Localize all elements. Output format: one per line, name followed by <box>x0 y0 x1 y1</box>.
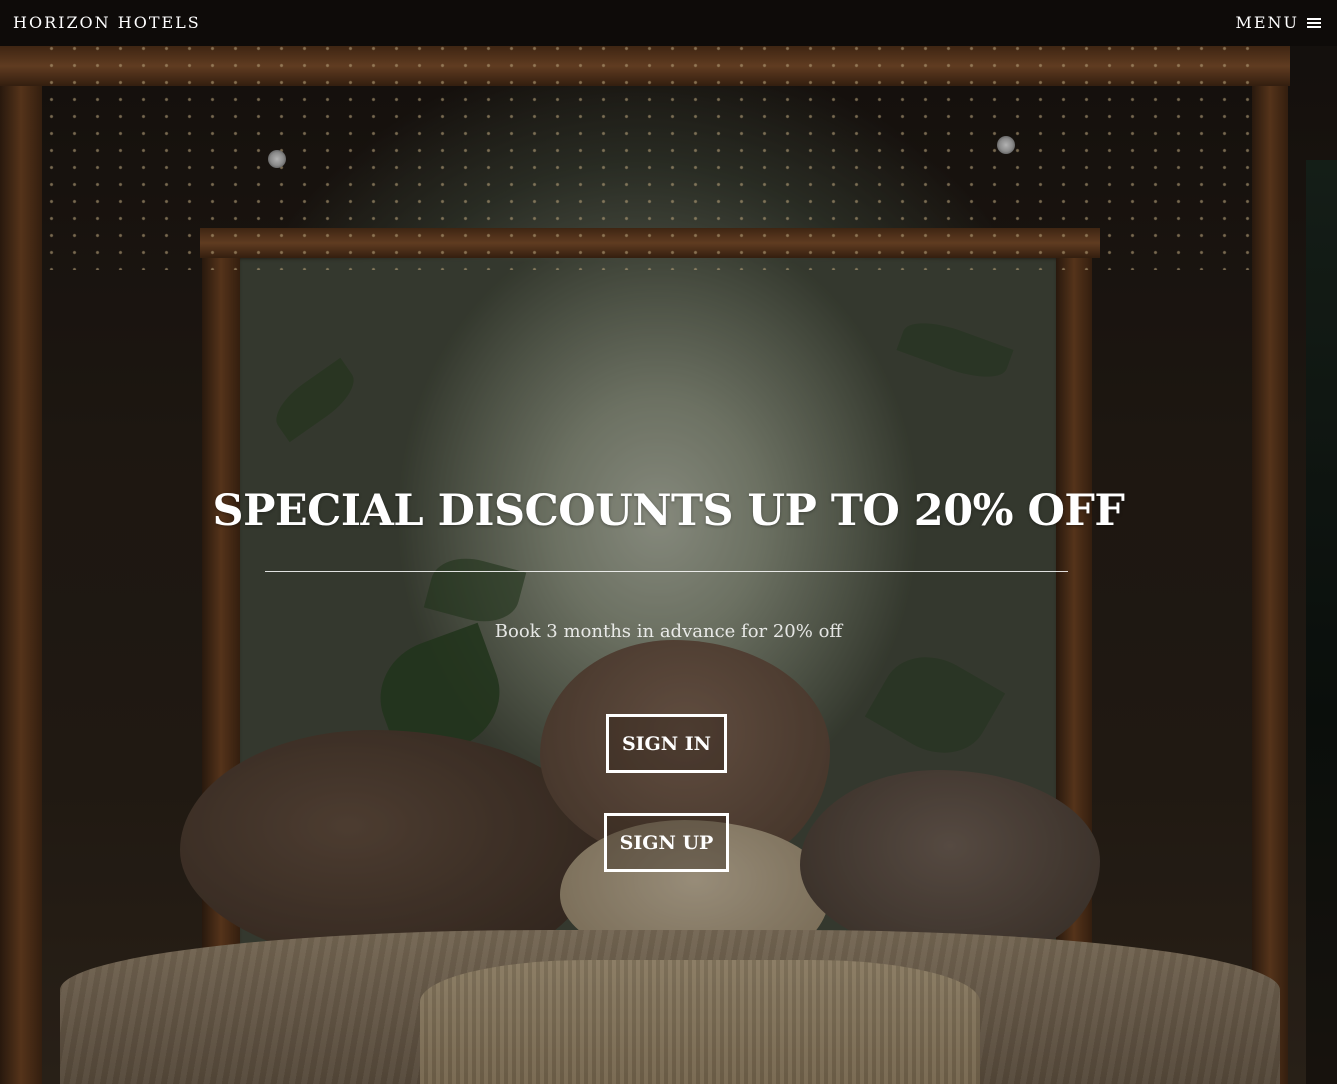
top-navigation-bar: HORIZON HOTELS MENU <box>0 0 1337 46</box>
hero-headline: SPECIAL DISCOUNTS UP TO 20% OFF <box>212 486 1125 536</box>
menu-label: MENU <box>1235 13 1299 32</box>
sign-in-button[interactable]: SIGN IN <box>606 714 727 773</box>
hero-content: SPECIAL DISCOUNTS UP TO 20% OFF Book 3 m… <box>0 0 1337 1084</box>
hamburger-icon <box>1307 17 1321 29</box>
sign-up-button[interactable]: SIGN UP <box>604 813 729 872</box>
hero-subtext: Book 3 months in advance for 20% off <box>494 621 843 642</box>
headline-divider <box>265 571 1068 572</box>
menu-button[interactable]: MENU <box>1235 13 1321 32</box>
brand-logo-link[interactable]: HORIZON HOTELS <box>13 13 201 32</box>
